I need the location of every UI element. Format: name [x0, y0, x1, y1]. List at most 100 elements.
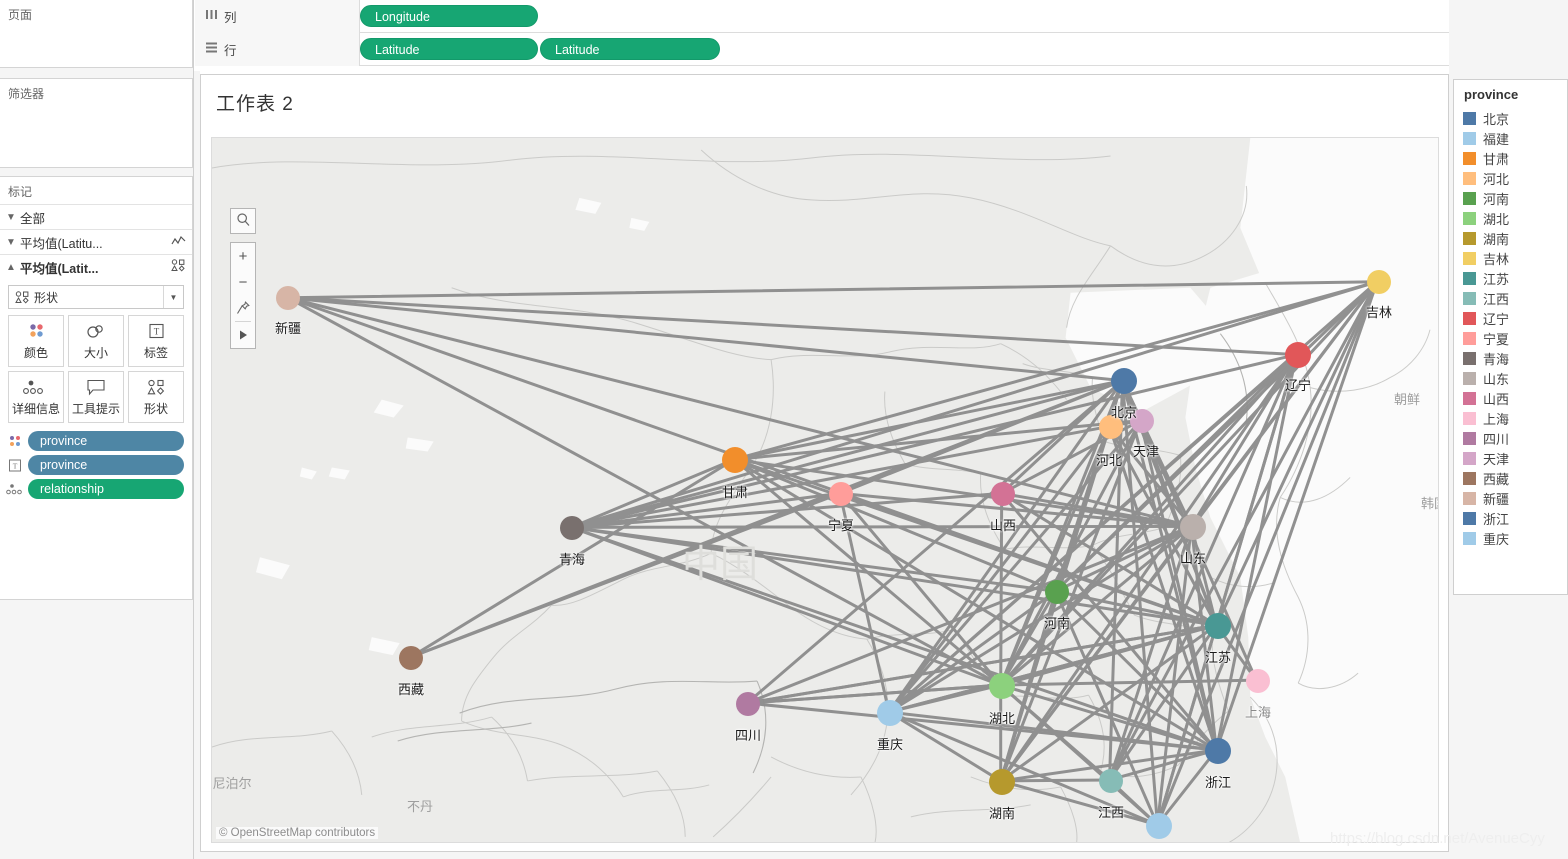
network-edge[interactable]: [838, 379, 1125, 495]
legend-item[interactable]: 天津: [1454, 448, 1567, 468]
legend-item[interactable]: 辽宁: [1454, 308, 1567, 328]
marks-row-avg-latitude-1[interactable]: ▼ 平均值(Latitu...: [0, 229, 192, 254]
legend-item[interactable]: 青海: [1454, 348, 1567, 368]
columns-shelf-label: 列: [195, 0, 360, 33]
map-node-江西[interactable]: [1099, 769, 1123, 793]
map-canvas[interactable]: 中国 朝鲜 韩国 尼泊尔 不丹 孟加拉国 新疆吉林辽宁北京天津河北甘肃宁夏山西青…: [211, 137, 1439, 843]
legend-item-label: 新疆: [1483, 491, 1510, 507]
zoom-out-button[interactable]: −: [231, 269, 255, 295]
legend-swatch: [1463, 531, 1476, 545]
pin-icon[interactable]: [231, 295, 255, 321]
map-node-西藏[interactable]: [399, 646, 423, 670]
marks-pill-label-field[interactable]: T province: [0, 453, 192, 477]
legend-item[interactable]: 四川: [1454, 428, 1567, 448]
legend-item[interactable]: 江苏: [1454, 268, 1567, 288]
zoom-in-button[interactable]: +: [231, 243, 255, 269]
detail-button[interactable]: 详细信息: [8, 371, 64, 423]
map-node-辽宁[interactable]: [1285, 342, 1311, 368]
network-edge[interactable]: [569, 525, 1058, 593]
legend-item-label: 宁夏: [1483, 331, 1510, 347]
map-node-新疆[interactable]: [276, 286, 300, 310]
pill-longitude[interactable]: Longitude: [360, 5, 538, 27]
columns-label-text: 列: [224, 10, 237, 25]
label-icon: T: [6, 459, 24, 472]
legend-item[interactable]: 甘肃: [1454, 148, 1567, 168]
shape-button[interactable]: 形状: [128, 371, 184, 423]
network-edge[interactable]: [1108, 280, 1379, 782]
legend-item[interactable]: 重庆: [1454, 528, 1567, 548]
marks-row-avg-latitude-2[interactable]: ▲ 平均值(Latit...: [0, 254, 192, 279]
legend-item[interactable]: 新疆: [1454, 488, 1567, 508]
map-node-福建[interactable]: [1146, 813, 1172, 839]
map-zoom-stack[interactable]: + −: [230, 242, 256, 349]
map-node-山西[interactable]: [991, 482, 1015, 506]
legend-item[interactable]: 西藏: [1454, 468, 1567, 488]
legend-item[interactable]: 湖南: [1454, 228, 1567, 248]
network-edge[interactable]: [1214, 280, 1379, 627]
columns-shelf[interactable]: 列 Longitude: [195, 0, 1568, 33]
map-search-button[interactable]: [230, 208, 256, 234]
map-node-label: 江西: [1097, 805, 1125, 820]
map-node-上海[interactable]: [1246, 669, 1270, 693]
legend-item[interactable]: 宁夏: [1454, 328, 1567, 348]
marks-pill-label[interactable]: province: [28, 431, 184, 451]
legend-item[interactable]: 北京: [1454, 108, 1567, 128]
legend-swatch: [1463, 391, 1476, 405]
legend-item[interactable]: 上海: [1454, 408, 1567, 428]
legend-item[interactable]: 江西: [1454, 288, 1567, 308]
map-node-浙江[interactable]: [1205, 738, 1231, 764]
tooltip-button[interactable]: 工具提示: [68, 371, 124, 423]
pill-latitude-2[interactable]: Latitude: [540, 38, 720, 60]
legend-item[interactable]: 山东: [1454, 368, 1567, 388]
map-node-河南[interactable]: [1045, 580, 1069, 604]
map-node-江苏[interactable]: [1205, 613, 1231, 639]
legend-item[interactable]: 山西: [1454, 388, 1567, 408]
legend-item[interactable]: 福建: [1454, 128, 1567, 148]
legend-item[interactable]: 浙江: [1454, 508, 1567, 528]
map-node-青海[interactable]: [560, 516, 584, 540]
mark-type-selector[interactable]: 形状 ▼: [8, 285, 184, 309]
map-node-吉林[interactable]: [1367, 270, 1391, 294]
label-button[interactable]: T 标签: [128, 315, 184, 367]
marks-pill-label[interactable]: province: [28, 455, 184, 475]
map-controls[interactable]: + −: [230, 208, 256, 349]
legend-item[interactable]: 河南: [1454, 188, 1567, 208]
marks-pill-label[interactable]: relationship: [28, 479, 184, 499]
size-button[interactable]: 大小: [68, 315, 124, 367]
rows-shelf-drop[interactable]: Latitude Latitude: [360, 33, 720, 66]
pill-latitude-1[interactable]: Latitude: [360, 38, 538, 60]
legend-item-label: 湖南: [1483, 231, 1510, 247]
map-node-湖北[interactable]: [989, 673, 1015, 699]
legend-item[interactable]: 河北: [1454, 168, 1567, 188]
osm-attribution[interactable]: © OpenStreetMap contributors: [216, 827, 379, 839]
legend-bottom-filler: [1453, 595, 1568, 859]
map-node-label: 上海: [1244, 705, 1272, 720]
legend-item[interactable]: 吉林: [1454, 248, 1567, 268]
color-button[interactable]: 颜色: [8, 315, 64, 367]
play-icon[interactable]: [231, 322, 255, 348]
legend-item[interactable]: 湖北: [1454, 208, 1567, 228]
map-node-宁夏[interactable]: [829, 482, 853, 506]
map-node-湖南[interactable]: [989, 769, 1015, 795]
legend-items: 北京 福建 甘肃 河北 河南 湖北湖南 吉林 江苏 江西 辽宁宁夏 青海 山东 山西 上海 四川 天津 西藏新疆…: [1454, 108, 1567, 548]
rows-shelf[interactable]: 行 Latitude Latitude: [195, 32, 1568, 66]
network-edge[interactable]: [286, 280, 1379, 300]
network-edge[interactable]: [1189, 524, 1218, 627]
columns-shelf-drop[interactable]: Longitude: [360, 0, 538, 33]
network-edge[interactable]: [732, 379, 1125, 461]
chevron-down-icon[interactable]: ▼: [163, 286, 183, 308]
legend-item-label: 浙江: [1483, 511, 1510, 527]
marks-pill-detail[interactable]: relationship: [0, 477, 192, 501]
network-edge[interactable]: [999, 778, 1112, 783]
map-node-山东[interactable]: [1180, 514, 1206, 540]
marks-pill-color[interactable]: province: [0, 429, 192, 453]
map-node-甘肃[interactable]: [722, 447, 748, 473]
filters-card[interactable]: 筛选器: [0, 78, 193, 168]
map-node-重庆[interactable]: [877, 700, 903, 726]
map-node-四川[interactable]: [736, 692, 760, 716]
color-button-label: 颜色: [23, 346, 48, 360]
marks-row-all[interactable]: ▼ 全部: [0, 204, 192, 229]
map-node-北京[interactable]: [1111, 368, 1137, 394]
label-icon: T: [147, 321, 166, 341]
network-edge[interactable]: [286, 296, 1003, 687]
